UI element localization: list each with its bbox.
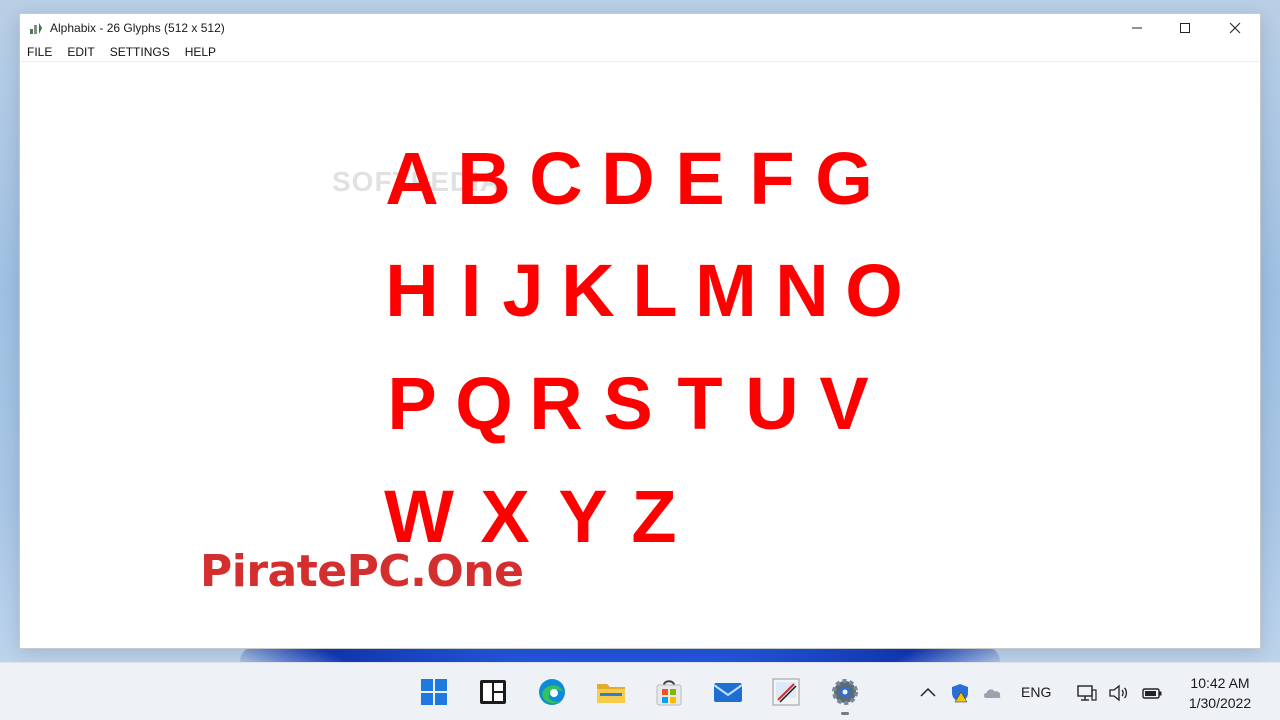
glyph[interactable]: J <box>494 254 552 328</box>
glyph-row-4: W X Y Z <box>376 480 690 554</box>
glyph-row-2: H I J K L M N O <box>376 254 910 328</box>
windows-start-icon[interactable] <box>417 675 451 709</box>
minimize-icon <box>1132 27 1142 29</box>
security-warning-icon[interactable] <box>949 682 971 704</box>
glyph[interactable]: P <box>376 367 448 441</box>
glyph-row-3: P Q R S T U V <box>376 367 880 441</box>
title-bar[interactable]: Alphabix - 26 Glyphs (512 x 512) <box>20 14 1260 42</box>
glyph[interactable]: N <box>766 254 838 328</box>
piratepc-watermark: PiratePC.One <box>200 546 524 597</box>
glyph[interactable]: G <box>808 142 880 216</box>
running-indicator <box>841 712 849 715</box>
menu-settings[interactable]: SETTINGS <box>110 45 170 59</box>
network-icon[interactable] <box>1076 682 1098 704</box>
system-clock[interactable]: 10:42 AM 1/30/2022 <box>1176 673 1264 713</box>
glyph[interactable]: B <box>448 142 520 216</box>
clock-date: 1/30/2022 <box>1188 695 1252 711</box>
onedrive-cloud-icon[interactable] <box>981 682 1003 704</box>
close-button[interactable] <box>1212 14 1258 42</box>
menu-file[interactable]: FILE <box>27 45 52 59</box>
paint-app-icon[interactable] <box>769 675 803 709</box>
glyph[interactable]: R <box>520 367 592 441</box>
minimize-button[interactable] <box>1114 14 1160 42</box>
chevron-up-icon[interactable] <box>917 682 939 704</box>
language-indicator[interactable]: ENG <box>1021 684 1051 700</box>
glyph[interactable]: A <box>376 142 448 216</box>
glyph[interactable]: X <box>462 480 548 554</box>
close-icon <box>1229 22 1241 34</box>
menu-help[interactable]: HELP <box>185 45 216 59</box>
maximize-button[interactable] <box>1162 14 1208 42</box>
glyph[interactable]: Q <box>448 367 520 441</box>
glyph[interactable]: T <box>664 367 736 441</box>
maximize-icon <box>1180 23 1190 33</box>
glyph[interactable]: K <box>552 254 624 328</box>
glyph[interactable]: D <box>592 142 664 216</box>
menu-edit[interactable]: EDIT <box>67 45 94 59</box>
edge-browser-icon[interactable] <box>535 675 569 709</box>
glyph[interactable]: Z <box>618 480 690 554</box>
battery-icon[interactable] <box>1141 682 1163 704</box>
glyph-canvas[interactable]: SOFTPEDIA A B C D E F G H I J K L M N O … <box>20 62 1260 648</box>
file-explorer-icon[interactable] <box>594 675 628 709</box>
settings-gear-icon[interactable] <box>828 675 862 715</box>
mail-icon[interactable] <box>711 675 745 709</box>
volume-icon[interactable] <box>1107 682 1129 704</box>
glyph-row-1: A B C D E F G <box>376 142 880 216</box>
window-title: Alphabix - 26 Glyphs (512 x 512) <box>50 21 225 35</box>
glyph[interactable]: M <box>686 254 766 328</box>
microsoft-store-icon[interactable] <box>652 675 686 709</box>
app-icon <box>30 23 42 34</box>
taskbar: ENG 10:42 AM 1/30/2022 <box>0 662 1280 720</box>
glyph[interactable]: V <box>808 367 880 441</box>
glyph[interactable]: H <box>376 254 448 328</box>
task-view-icon[interactable] <box>476 675 510 709</box>
glyph[interactable]: O <box>838 254 910 328</box>
glyph[interactable]: W <box>376 480 462 554</box>
glyph[interactable]: L <box>624 254 686 328</box>
glyph[interactable]: I <box>448 254 494 328</box>
menu-bar: FILE EDIT SETTINGS HELP <box>20 42 1260 62</box>
glyph[interactable]: C <box>520 142 592 216</box>
app-window: Alphabix - 26 Glyphs (512 x 512) FILE ED… <box>20 14 1260 648</box>
glyph[interactable]: F <box>736 142 808 216</box>
glyph[interactable]: S <box>592 367 664 441</box>
glyph[interactable]: Y <box>548 480 618 554</box>
glyph[interactable]: U <box>736 367 808 441</box>
clock-time: 10:42 AM <box>1190 675 1250 691</box>
glyph[interactable]: E <box>664 142 736 216</box>
